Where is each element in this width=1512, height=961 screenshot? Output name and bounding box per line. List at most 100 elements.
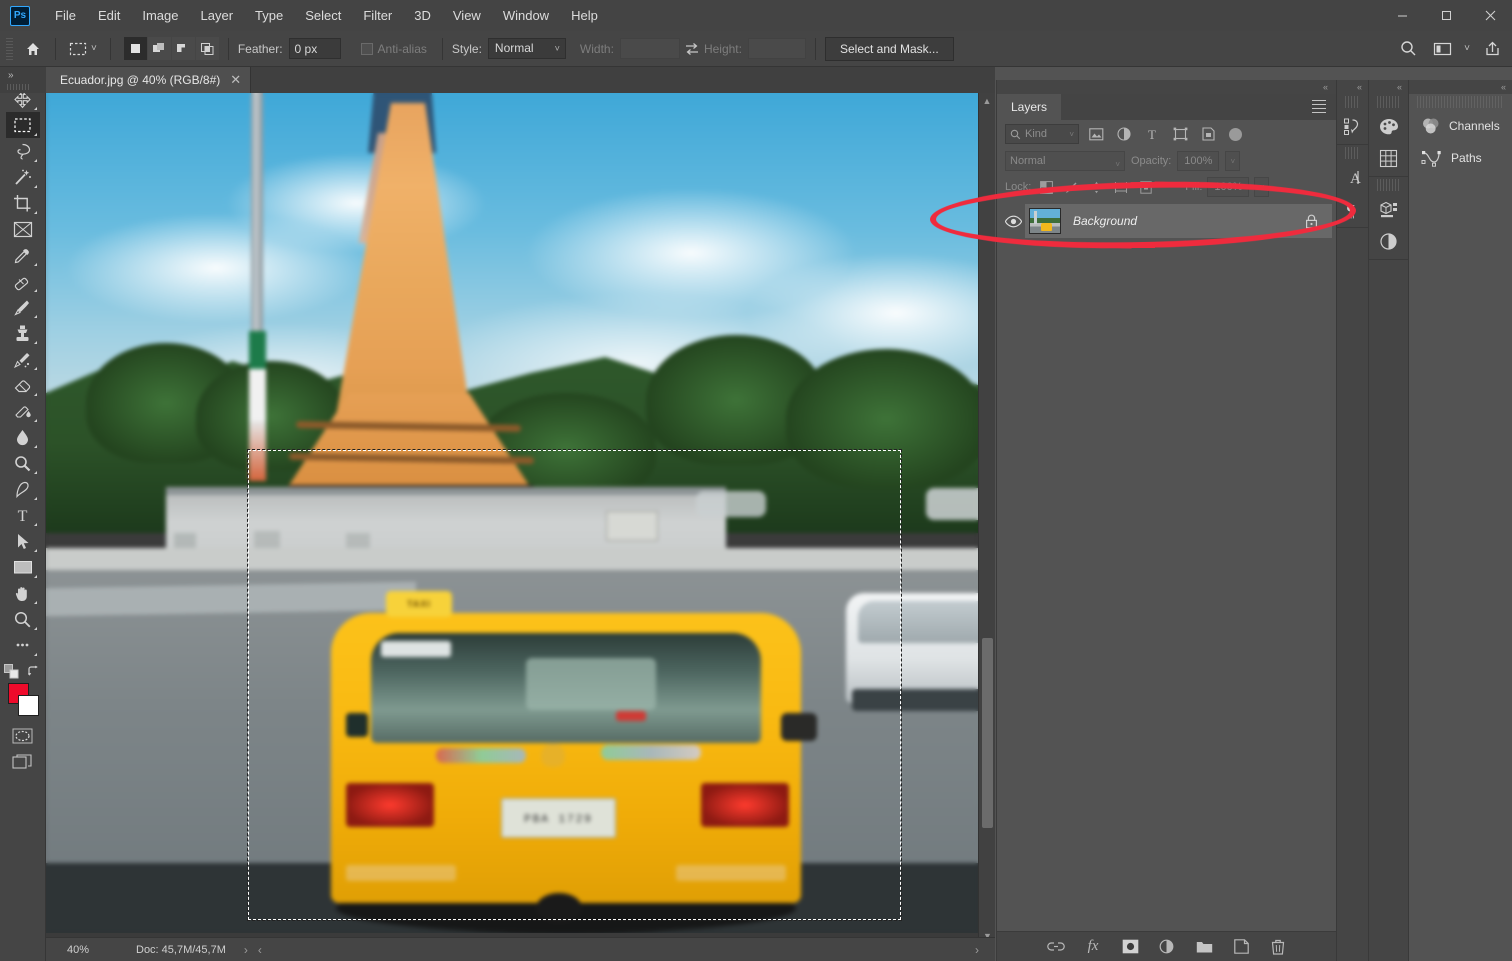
layer-name-label[interactable]: Background: [1073, 214, 1137, 228]
spot-healing-brush-tool[interactable]: [6, 268, 40, 294]
character-icon[interactable]: A: [1337, 161, 1368, 193]
filter-toggle-switch[interactable]: [1229, 127, 1242, 141]
menu-item-view[interactable]: View: [442, 4, 492, 27]
subtract-from-selection-button[interactable]: [171, 37, 195, 60]
anti-alias-checkbox[interactable]: [360, 42, 373, 55]
opacity-value[interactable]: 100%: [1177, 151, 1220, 171]
vertical-scroll-thumb[interactable]: [982, 638, 993, 828]
default-colors-icon[interactable]: [4, 664, 19, 679]
history-brush-tool[interactable]: [6, 346, 40, 372]
zoom-tool[interactable]: [6, 606, 40, 632]
adjustment-layers-filter-icon[interactable]: [1113, 124, 1135, 144]
paragraph-icon[interactable]: ¶: [1337, 193, 1368, 225]
clone-stamp-tool[interactable]: [6, 320, 40, 346]
color-icon[interactable]: [1369, 110, 1408, 142]
new-selection-button[interactable]: [123, 37, 147, 60]
menu-item-filter[interactable]: Filter: [352, 4, 403, 27]
layer-thumbnail[interactable]: [1029, 208, 1061, 234]
add-layer-mask-icon[interactable]: [1121, 938, 1139, 956]
filter-kind-select[interactable]: Kind ˅: [1005, 124, 1079, 144]
lock-transparent-pixels-icon[interactable]: [1036, 178, 1056, 196]
lasso-tool[interactable]: [6, 138, 40, 164]
type-tool[interactable]: T: [6, 502, 40, 528]
dock-a-collapse-icon[interactable]: «: [1337, 80, 1368, 94]
home-icon[interactable]: [20, 37, 46, 61]
minimize-button[interactable]: [1380, 0, 1424, 31]
swap-dimensions-icon[interactable]: [680, 37, 704, 61]
canvas-vertical-scrollbar[interactable]: ▲ ▼: [978, 93, 995, 944]
blend-mode-select[interactable]: Normal ˅: [1005, 151, 1125, 171]
document-tab[interactable]: Ecuador.jpg @ 40% (RGB/8#) ✕: [46, 67, 252, 93]
anti-alias-checkbox-label[interactable]: Anti-alias: [360, 42, 427, 56]
layer-row-background[interactable]: Background: [1004, 204, 1332, 238]
canvas-area[interactable]: TAXI PBA 1729 ▲ ▼: [46, 93, 995, 961]
swap-colors-icon[interactable]: [27, 665, 41, 679]
edit-toolbar-tool[interactable]: [6, 632, 40, 658]
status-prev-icon[interactable]: ‹: [258, 943, 262, 957]
eyedropper-tool[interactable]: [6, 242, 40, 268]
share-icon[interactable]: [1480, 37, 1504, 61]
menu-item-3d[interactable]: 3D: [403, 4, 442, 27]
close-button[interactable]: [1468, 0, 1512, 31]
add-layer-style-icon[interactable]: fx: [1084, 938, 1102, 956]
feather-input[interactable]: [288, 38, 341, 59]
scroll-up-icon[interactable]: ▲: [979, 93, 995, 109]
dock-c-collapse-icon[interactable]: «: [1409, 80, 1512, 94]
layer-visibility-toggle[interactable]: [1001, 204, 1025, 238]
dock-b-grip[interactable]: [1377, 96, 1400, 108]
shape-layers-filter-icon[interactable]: [1169, 124, 1191, 144]
3d-icon[interactable]: [1369, 193, 1408, 225]
path-selection-tool[interactable]: [6, 528, 40, 554]
dock-b-grip-2[interactable]: [1377, 179, 1400, 191]
adjustments-icon[interactable]: [1369, 225, 1408, 257]
smart-object-filter-icon[interactable]: [1197, 124, 1219, 144]
panel-menu-icon[interactable]: [1312, 100, 1326, 116]
new-adjustment-layer-icon[interactable]: [1158, 938, 1176, 956]
close-icon[interactable]: ✕: [230, 72, 241, 88]
fill-value[interactable]: 100%: [1207, 177, 1250, 197]
lock-icon[interactable]: [1305, 214, 1318, 229]
gradient-tool[interactable]: [6, 398, 40, 424]
tab-layers[interactable]: Layers: [997, 94, 1062, 120]
height-input[interactable]: [747, 38, 806, 59]
search-icon[interactable]: [1396, 37, 1420, 61]
menu-item-image[interactable]: Image: [131, 4, 189, 27]
document-size-info[interactable]: Doc: 45,7M/45,7M: [136, 944, 226, 956]
history-icon[interactable]: [1337, 110, 1368, 142]
opacity-chevron-down-icon[interactable]: ˅: [1225, 151, 1241, 171]
blur-tool[interactable]: [6, 424, 40, 450]
swatches-icon[interactable]: [1369, 142, 1408, 174]
pixel-layers-filter-icon[interactable]: [1085, 124, 1107, 144]
status-right-icon[interactable]: ›: [975, 943, 979, 957]
style-select[interactable]: Normal ˅: [487, 38, 566, 59]
zoom-level[interactable]: 40%: [46, 944, 110, 956]
menu-item-type[interactable]: Type: [244, 4, 294, 27]
rectangle-tool[interactable]: [6, 554, 40, 580]
menu-item-edit[interactable]: Edit: [87, 4, 131, 27]
lock-all-icon[interactable]: [1136, 178, 1156, 196]
tool-preset-chevron-down-icon[interactable]: ˅: [91, 43, 97, 54]
menu-item-select[interactable]: Select: [294, 4, 352, 27]
width-input[interactable]: [619, 38, 680, 59]
dock-a-grip[interactable]: [1345, 96, 1360, 108]
delete-layer-icon[interactable]: [1269, 938, 1287, 956]
lock-image-pixels-icon[interactable]: [1061, 178, 1081, 196]
left-dock-grip[interactable]: [7, 84, 29, 90]
frame-tool[interactable]: [6, 216, 40, 242]
collapse-panel-icon[interactable]: «: [1323, 82, 1328, 92]
workspace-icon[interactable]: [1430, 37, 1454, 61]
change-screen-mode-button[interactable]: [6, 749, 40, 775]
menu-item-file[interactable]: File: [44, 4, 87, 27]
tab-channels[interactable]: Channels: [1409, 110, 1512, 142]
document-image[interactable]: TAXI PBA 1729: [46, 93, 978, 933]
magic-wand-tool[interactable]: [6, 164, 40, 190]
link-layers-icon[interactable]: [1047, 938, 1065, 956]
new-layer-icon[interactable]: [1232, 938, 1250, 956]
lock-artboard-nesting-icon[interactable]: [1111, 178, 1131, 196]
menu-item-help[interactable]: Help: [560, 4, 609, 27]
fill-chevron-down-icon[interactable]: ˅: [1254, 177, 1270, 197]
hand-tool[interactable]: [6, 580, 40, 606]
dock-c-grip[interactable]: [1417, 96, 1504, 108]
select-and-mask-button[interactable]: Select and Mask...: [824, 36, 954, 61]
dock-b-collapse-icon[interactable]: «: [1369, 80, 1408, 94]
